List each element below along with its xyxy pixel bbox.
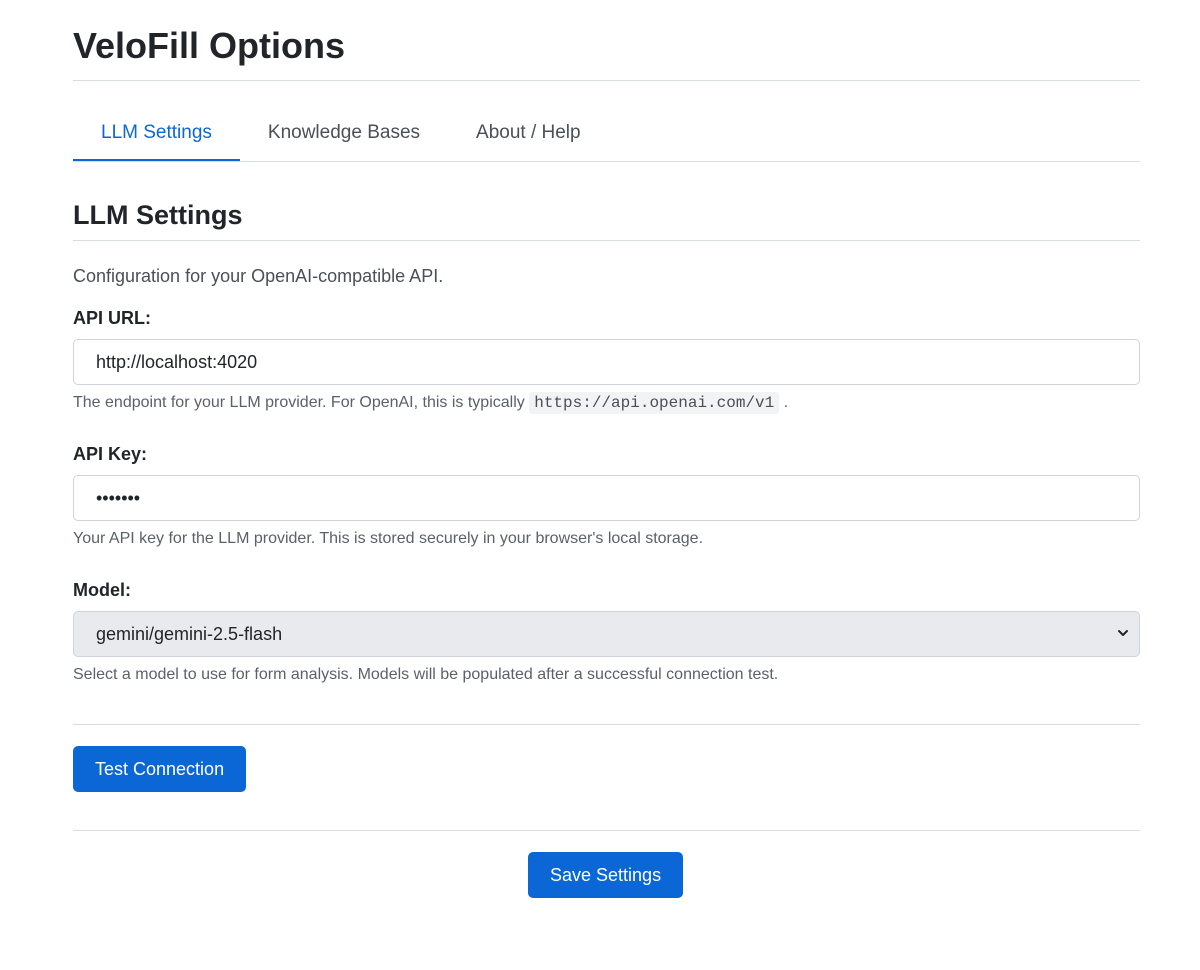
- test-connection-button[interactable]: Test Connection: [73, 746, 247, 792]
- api-url-label: API URL:: [73, 308, 151, 328]
- api-url-help-suffix: .: [783, 394, 789, 411]
- model-label: Model:: [73, 580, 131, 600]
- title-divider: [73, 80, 1140, 81]
- model-divider: [73, 724, 1140, 725]
- api-url-example: https://api.openai.com/v1: [529, 392, 780, 414]
- chevron-down-icon: [1118, 630, 1128, 636]
- api-key-label: API Key:: [73, 444, 148, 464]
- page-title: VeloFill Options: [73, 25, 346, 66]
- save-settings-button[interactable]: Save Settings: [528, 852, 684, 898]
- section-title: LLM Settings: [73, 200, 243, 230]
- api-key-input[interactable]: [73, 475, 1140, 521]
- api-url-help-text: The endpoint for your LLM provider. For …: [73, 394, 525, 411]
- section-description: Configuration for your OpenAI-compatible…: [73, 266, 444, 286]
- model-help: Select a model to use for form analysis.…: [73, 666, 779, 683]
- footer-divider: [73, 830, 1140, 831]
- tab-llm-settings[interactable]: LLM Settings: [73, 106, 240, 161]
- api-url-help: The endpoint for your LLM provider. For …: [73, 392, 789, 414]
- section-divider: [73, 240, 1140, 241]
- tabs-divider: [73, 161, 1140, 162]
- tab-knowledge-bases[interactable]: Knowledge Bases: [240, 106, 448, 161]
- api-url-input[interactable]: [73, 339, 1140, 385]
- api-key-help: Your API key for the LLM provider. This …: [73, 530, 704, 547]
- model-selected-value: gemini/gemini-2.5-flash: [96, 624, 283, 644]
- tab-bar: LLM Settings Knowledge Bases About / Hel…: [73, 106, 1140, 161]
- model-select[interactable]: gemini/gemini-2.5-flash: [73, 611, 1140, 657]
- tab-about-help[interactable]: About / Help: [448, 106, 609, 161]
